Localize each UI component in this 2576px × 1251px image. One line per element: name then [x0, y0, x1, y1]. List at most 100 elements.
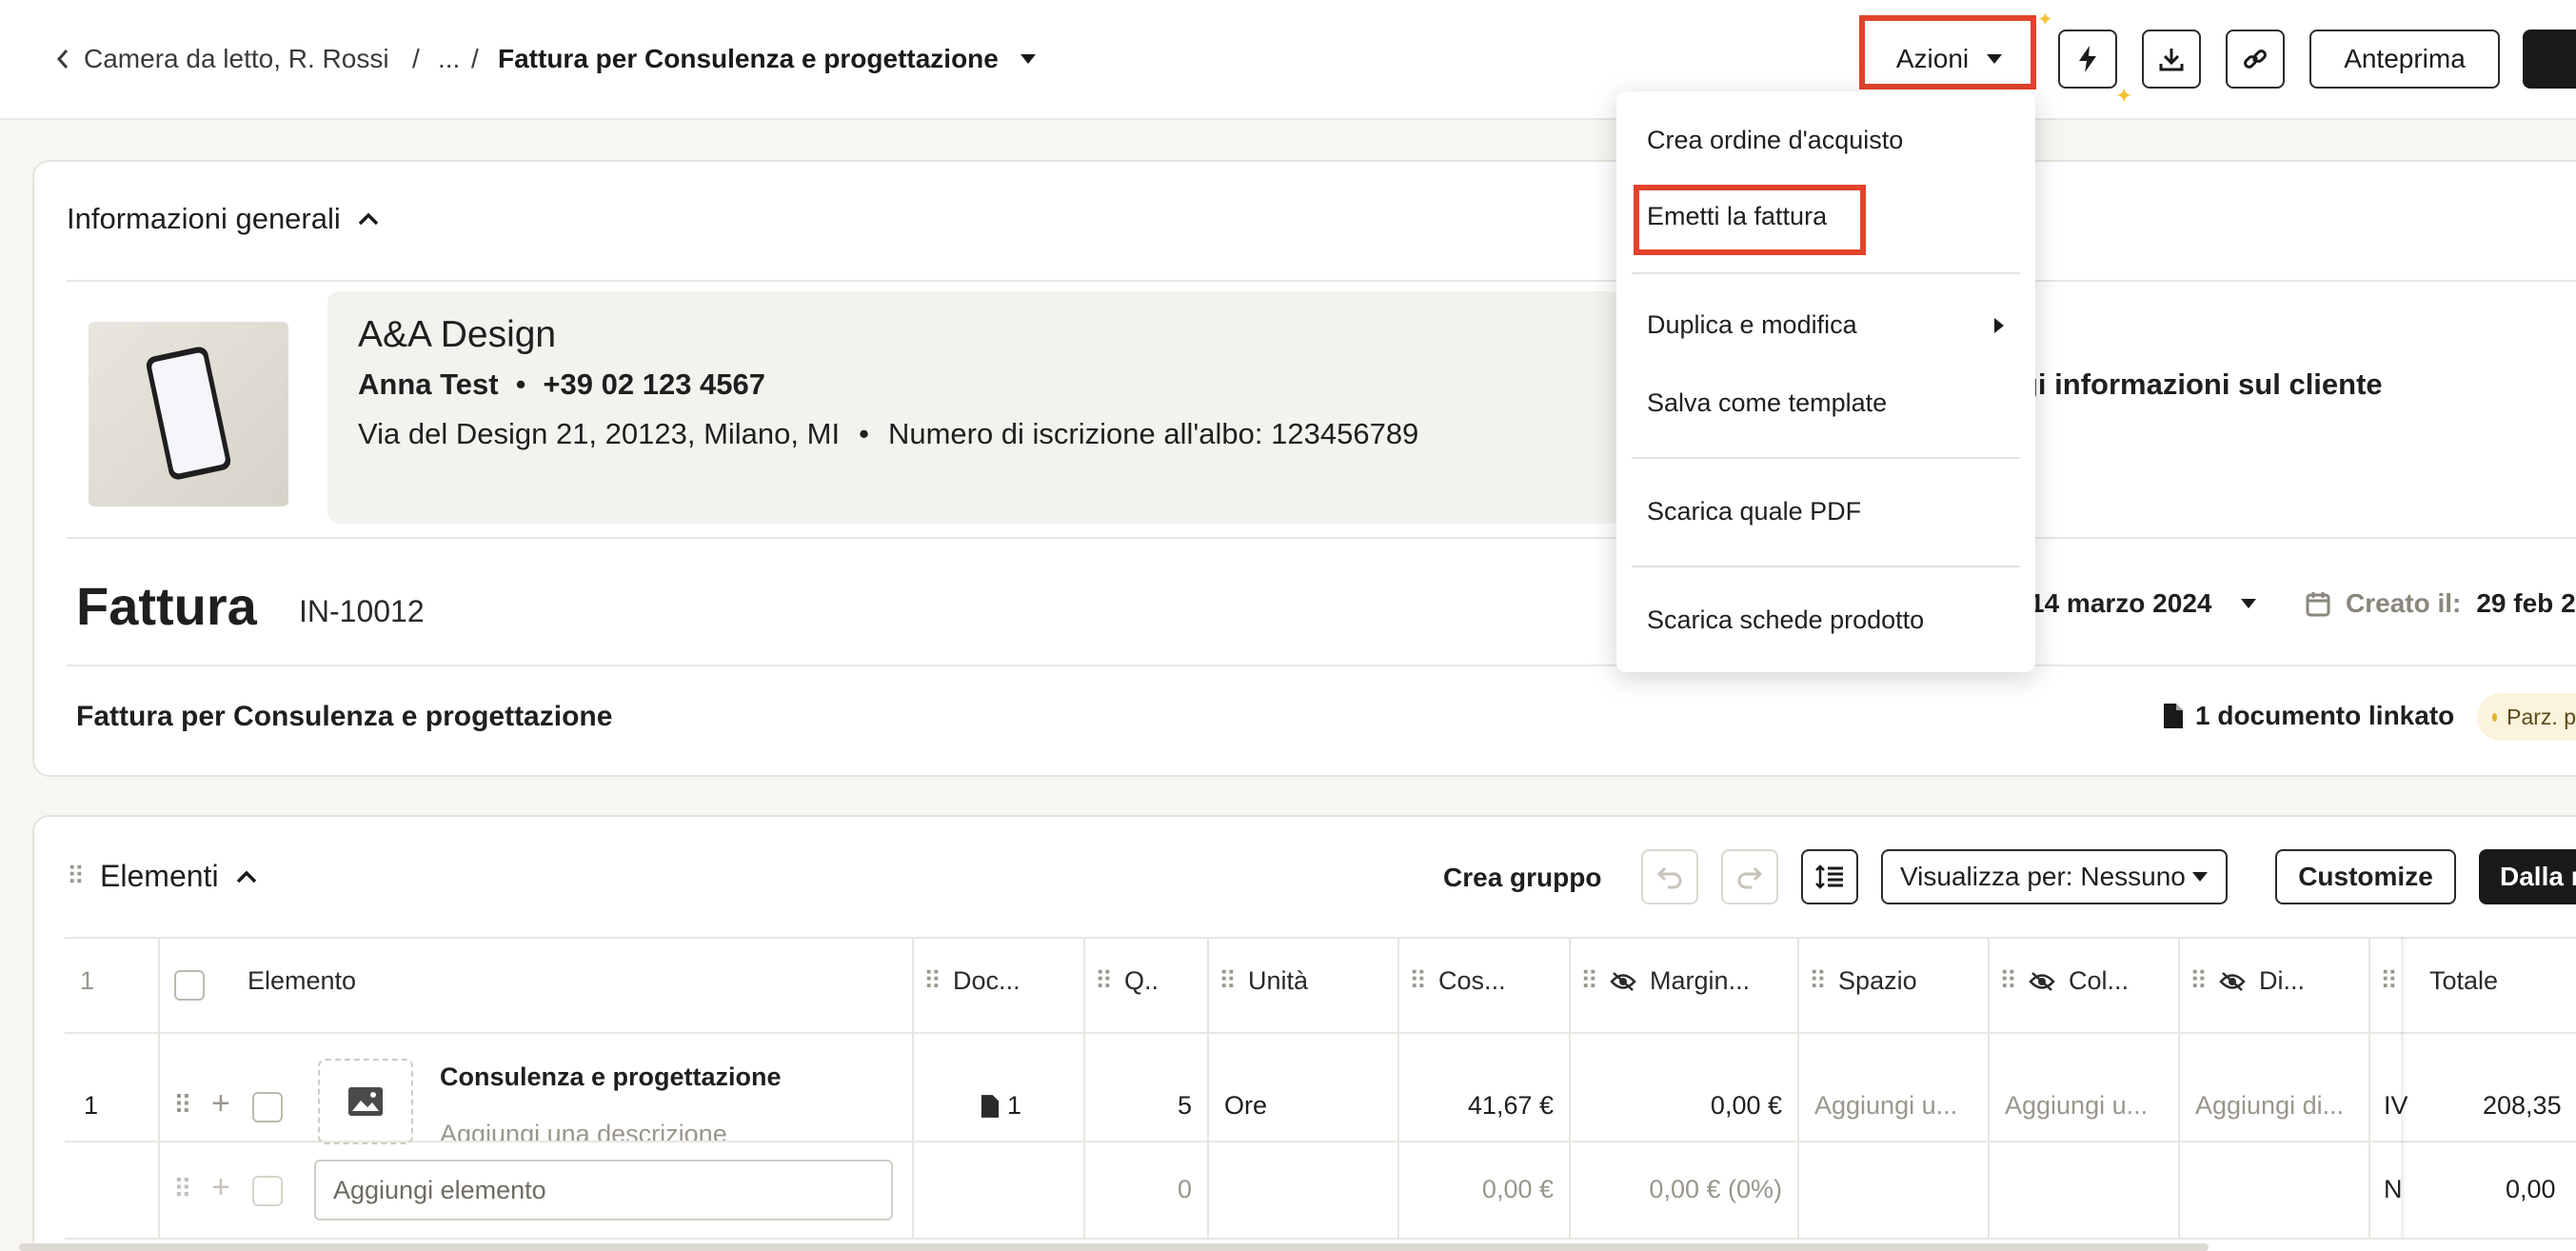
drag-handle-icon[interactable]: ⠿	[1219, 966, 1237, 996]
divider	[67, 280, 2576, 282]
document-icon	[2163, 703, 2184, 729]
drag-handle-icon[interactable]: ⠿	[2380, 966, 2398, 996]
undo-button[interactable]	[1641, 849, 1698, 904]
row-checkbox[interactable]	[252, 1092, 283, 1122]
item-margin[interactable]: 0,00 €	[1711, 1091, 1782, 1121]
item-space[interactable]: Aggiungi u...	[1814, 1091, 1957, 1121]
menu-item-download-pdf[interactable]: Scarica quale PDF	[1647, 497, 1861, 526]
select-all-checkbox[interactable]	[174, 970, 205, 1001]
column-header-space[interactable]: ⠿ Spazio	[1809, 966, 1917, 996]
elements-header[interactable]: ⠿ Elementi	[67, 859, 257, 894]
add-client-info-link[interactable]: gi informazioni sul cliente	[2020, 367, 2383, 402]
phone-image	[144, 345, 233, 482]
column-header-label: Doc...	[953, 966, 1020, 995]
item-name[interactable]: Consulenza e progettazione	[440, 1062, 782, 1092]
item-description-clip: Aggiungi una descrizione	[440, 1112, 840, 1141]
menu-item-save-template[interactable]: Salva come template	[1647, 388, 1887, 418]
elements-title: Elementi	[100, 859, 219, 893]
chevron-left-icon	[55, 48, 70, 70]
document-type: Fattura	[76, 576, 257, 636]
drag-handle-icon[interactable]: ⠿	[1095, 966, 1113, 996]
column-header-element[interactable]: Elemento	[248, 966, 356, 996]
view-by-select[interactable]: Visualizza per: Nessuno	[1881, 849, 2228, 904]
menu-divider	[1632, 566, 2020, 567]
download-icon	[2158, 46, 2185, 72]
item-documents[interactable]: 1	[981, 1091, 1021, 1121]
add-from-library-button[interactable]: Dalla n	[2479, 849, 2576, 904]
general-info-header[interactable]: Informazioni generali	[67, 202, 379, 236]
menu-item-create-purchase-order[interactable]: Crea ordine d'acquisto	[1647, 126, 1903, 155]
menu-item-download-product-sheets[interactable]: Scarica schede prodotto	[1647, 606, 1924, 635]
drag-handle-icon[interactable]: ⠿	[67, 862, 85, 891]
menu-item-duplicate-edit[interactable]: Duplica e modifica	[1647, 310, 2005, 340]
breadcrumb-ellipsis[interactable]: ...	[438, 38, 460, 80]
status-badge: Parz. p	[2477, 693, 2576, 741]
column-header-vat[interactable]: ⠿	[2380, 966, 2398, 996]
new-item-total: 0,00	[2506, 1175, 2556, 1203]
column-divider	[1083, 937, 1085, 1238]
bullet-separator: •	[859, 417, 869, 450]
row-height-button[interactable]	[1801, 849, 1858, 904]
item-cost[interactable]: 41,67 €	[1468, 1091, 1554, 1121]
column-header-label: Q..	[1124, 966, 1159, 995]
preview-button[interactable]: Anteprima	[2309, 30, 2500, 89]
eye-off-icon	[1610, 971, 1636, 992]
column-header-documents[interactable]: ⠿ Doc...	[923, 966, 1020, 996]
breadcrumb-separator: /	[412, 44, 420, 73]
column-divider	[1397, 937, 1399, 1238]
item-quantity[interactable]: 5	[1178, 1091, 1192, 1121]
date-selector[interactable]: 14 marzo 2024	[2030, 588, 2257, 619]
breadcrumb-separator: /	[471, 44, 479, 73]
share-link-button[interactable]	[2226, 30, 2285, 89]
column-header-unit[interactable]: ⠿ Unità	[1219, 966, 1308, 996]
create-group-button[interactable]: Crea gruppo	[1443, 863, 1601, 893]
document-subject[interactable]: Fattura per Consulenza e progettazione	[76, 701, 612, 733]
drag-handle-icon[interactable]: ⠿	[1580, 966, 1598, 996]
item-image-placeholder[interactable]	[318, 1059, 413, 1144]
image-icon	[347, 1086, 384, 1117]
drag-handle-icon[interactable]: ⠿	[1409, 966, 1427, 996]
address-line: Via del Design 21, 20123, Milano, MI • N…	[358, 417, 1418, 451]
breadcrumb-back[interactable]: Camera da letto, R. Rossi	[55, 38, 389, 80]
drag-handle-icon[interactable]: ⠿	[173, 1091, 192, 1121]
linked-documents[interactable]: 1 documento linkato	[2163, 701, 2454, 731]
customize-button[interactable]: Customize	[2275, 849, 2456, 904]
document-number[interactable]: IN-10012	[299, 594, 425, 629]
status-badge-label: Parz. p	[2507, 704, 2576, 729]
primary-button[interactable]	[2523, 30, 2576, 89]
item-dimensions[interactable]: Aggiungi di...	[2195, 1091, 2344, 1121]
drag-handle-icon: ⠿	[173, 1175, 192, 1203]
eye-off-icon	[2219, 971, 2246, 992]
contact-line: Anna Test • +39 02 123 4567	[358, 367, 765, 402]
column-header-total[interactable]: Totale	[2429, 966, 2498, 996]
menu-divider	[1632, 272, 2020, 274]
horizontal-scrollbar[interactable]	[19, 1243, 2209, 1251]
redo-button[interactable]	[1721, 849, 1778, 904]
item-vat[interactable]: IV	[2384, 1091, 2408, 1121]
column-header-margin[interactable]: ⠿ Margin...	[1580, 966, 1750, 996]
column-header-color[interactable]: ⠿ Col...	[1999, 966, 2129, 996]
breadcrumb-current[interactable]: Fattura per Consulenza e progettazione	[498, 38, 1037, 80]
column-header-cost[interactable]: ⠿ Cos...	[1409, 966, 1506, 996]
eye-off-icon	[2029, 971, 2055, 992]
automation-button[interactable]	[2058, 30, 2117, 89]
download-button[interactable]	[2142, 30, 2201, 89]
drag-handle-icon[interactable]: ⠿	[1809, 966, 1827, 996]
breadcrumb-back-label: Camera da letto, R. Rossi	[84, 44, 389, 73]
item-description[interactable]: Aggiungi una descrizione	[440, 1120, 727, 1141]
caret-down-icon	[2240, 598, 2257, 609]
drag-handle-icon[interactable]: ⠿	[2190, 966, 2208, 996]
column-header-dimensions[interactable]: ⠿ Di...	[2190, 966, 2305, 996]
row-checkbox	[252, 1176, 283, 1206]
drag-handle-icon[interactable]: ⠿	[1999, 966, 2017, 996]
add-row-icon[interactable]: +	[211, 1085, 230, 1122]
column-header-quantity[interactable]: ⠿ Q..	[1095, 966, 1159, 996]
item-color[interactable]: Aggiungi u...	[2005, 1091, 2148, 1121]
drag-handle-icon[interactable]: ⠿	[923, 966, 941, 996]
column-header-label: Di...	[2259, 966, 2306, 995]
sparkle-icon: ✦	[2115, 84, 2133, 108]
created-value: 29 feb 2	[2476, 588, 2576, 618]
column-header-label: Col...	[2069, 966, 2130, 995]
item-unit[interactable]: Ore	[1224, 1091, 1267, 1121]
add-element-input[interactable]: Aggiungi elemento	[314, 1160, 893, 1221]
